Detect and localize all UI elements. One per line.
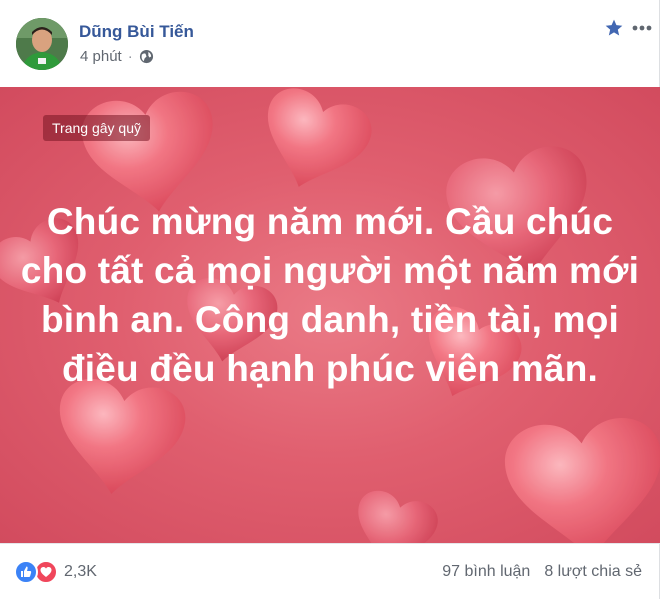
post-footer: 2,3K 97 bình luận 8 lượt chia sẻ	[0, 543, 660, 599]
star-icon[interactable]	[604, 18, 624, 38]
facebook-post: Dũng Bùi Tiến 4 phút · Trang gây quỹ Chú…	[0, 0, 660, 599]
engagement-stats: 97 bình luận 8 lượt chia sẻ	[442, 563, 642, 581]
fundraiser-tag[interactable]: Trang gây quỹ	[43, 115, 150, 141]
post-message: Chúc mừng năm mới. Cầu chúc cho tất cả m…	[20, 201, 640, 389]
shares-link[interactable]: 8 lượt chia sẻ	[544, 563, 642, 581]
author-name[interactable]: Dũng Bùi Tiến	[79, 22, 194, 42]
like-icon	[14, 560, 38, 584]
post-meta: 4 phút ·	[80, 48, 154, 65]
meta-separator: ·	[127, 48, 133, 65]
post-time[interactable]: 4 phút	[80, 48, 122, 65]
post-banner[interactable]: Trang gây quỹ Chúc mừng năm mới. Cầu chú…	[0, 87, 660, 543]
reaction-count: 2,3K	[64, 563, 97, 580]
comments-link[interactable]: 97 bình luận	[442, 563, 530, 581]
more-options-icon[interactable]	[631, 18, 653, 38]
post-header: Dũng Bùi Tiến 4 phút ·	[0, 0, 660, 87]
reactions-summary[interactable]: 2,3K	[14, 560, 97, 584]
globe-icon[interactable]	[139, 49, 154, 64]
author-avatar[interactable]	[16, 18, 68, 70]
